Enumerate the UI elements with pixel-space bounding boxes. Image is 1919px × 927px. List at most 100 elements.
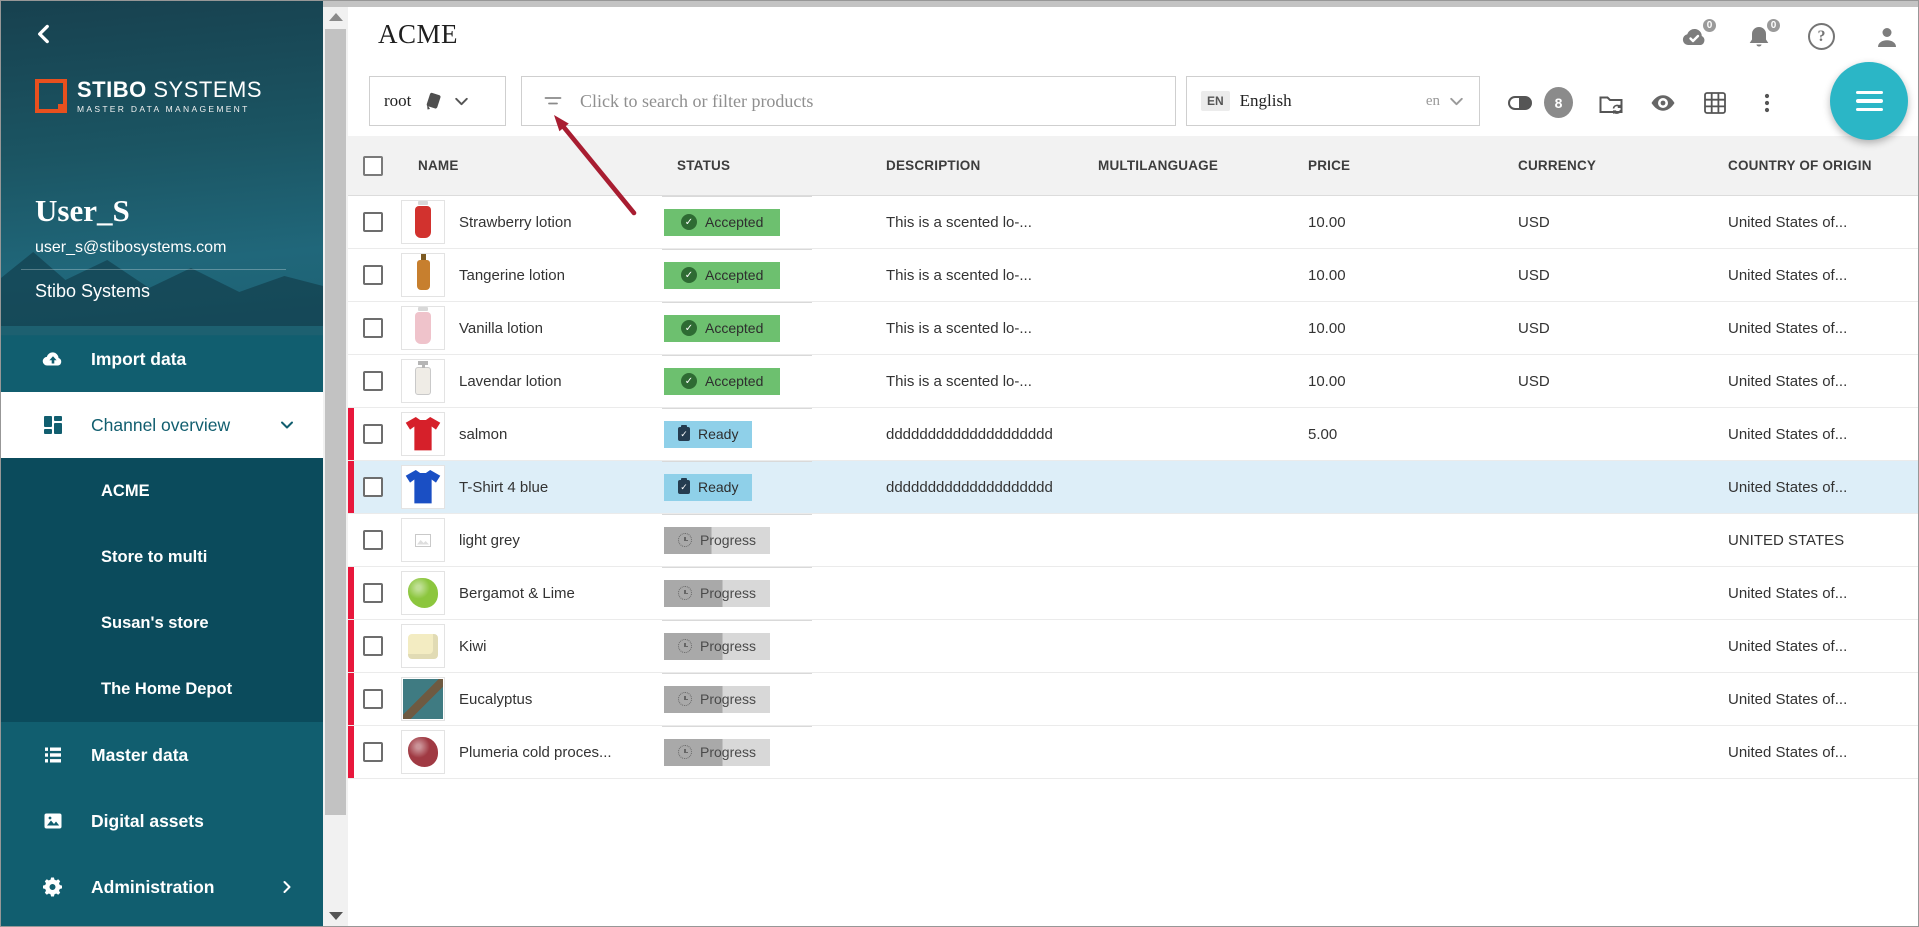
sidebar-item-label: Channel overview <box>91 415 230 436</box>
preview-eye-icon[interactable] <box>1649 89 1677 117</box>
product-name: Lavendar lotion <box>459 373 562 390</box>
status-icon <box>681 214 697 230</box>
product-thumbnail <box>401 200 445 244</box>
sidebar-item-acme[interactable]: ACME <box>1 458 323 524</box>
help-icon[interactable]: ? <box>1808 23 1838 53</box>
table-row[interactable]: light grey Progress UNITED STATES <box>348 514 1919 567</box>
sidebar-item-master-data[interactable]: Master data <box>1 722 323 788</box>
table-row[interactable]: T-Shirt 4 blue Ready ddddddddddddddddddd… <box>348 461 1919 514</box>
page-scrollbar <box>323 1 348 927</box>
scroll-up-arrow[interactable] <box>329 13 343 21</box>
sidebar-item-administration[interactable]: Administration <box>1 854 323 920</box>
sidebar-item-channel-overview[interactable]: Channel overview <box>1 392 323 458</box>
column-header-currency[interactable]: CURRENCY <box>1518 158 1728 173</box>
selection-count-badge[interactable]: 8 <box>1544 87 1573 118</box>
column-header-description[interactable]: DESCRIPTION <box>886 158 1098 173</box>
product-image <box>405 417 441 451</box>
sidebar-item-label: Import data <box>91 349 186 370</box>
description-cell: dddddddddddddddddddd <box>886 426 1098 443</box>
product-thumbnail <box>401 412 445 456</box>
column-header-country-of-origin[interactable]: COUNTRY OF ORIGIN <box>1728 158 1919 173</box>
filter-icon <box>542 90 564 112</box>
table-row[interactable]: Lavendar lotion Accepted This is a scent… <box>348 355 1919 408</box>
column-header-multilanguage[interactable]: MULTILANGUAGE <box>1098 158 1308 173</box>
row-checkbox[interactable] <box>363 318 383 338</box>
row-checkbox[interactable] <box>363 424 383 444</box>
row-checkbox[interactable] <box>363 583 383 603</box>
language-selector[interactable]: EN English en <box>1186 76 1480 126</box>
application-window: STIBO SYSTEMS MASTER DATA MANAGEMENT Use… <box>0 0 1919 927</box>
search-placeholder: Click to search or filter products <box>580 91 813 112</box>
table-row[interactable]: Bergamot & Lime Progress United States o… <box>348 567 1919 620</box>
scroll-down-arrow[interactable] <box>329 912 343 920</box>
row-checkbox[interactable] <box>363 477 383 497</box>
country-cell: United States of... <box>1728 373 1919 390</box>
row-checkbox[interactable] <box>363 636 383 656</box>
column-header-status[interactable]: STATUS <box>662 158 886 173</box>
status-icon <box>678 480 690 494</box>
search-input[interactable]: Click to search or filter products <box>521 76 1176 126</box>
sidebar-collapse-button[interactable] <box>31 21 57 47</box>
menu-fab-button[interactable] <box>1830 62 1908 140</box>
logo-orange-square-icon <box>35 79 67 113</box>
table-row[interactable]: Strawberry lotion Accepted This is a sce… <box>348 196 1919 249</box>
stibo-systems-logo: STIBO SYSTEMS MASTER DATA MANAGEMENT <box>35 79 262 114</box>
product-name: Plumeria cold proces... <box>459 744 612 761</box>
sidebar-item-susans-store[interactable]: Susan's store <box>1 590 323 656</box>
notifications-bell-icon[interactable]: 0 <box>1744 23 1774 53</box>
compare-toggle-icon[interactable] <box>1506 89 1534 117</box>
status-label: Accepted <box>705 373 763 389</box>
sidebar-item-label: The Home Depot <box>101 680 232 699</box>
dashboard-icon <box>41 413 65 437</box>
sidebar-item-import-data[interactable]: Import data <box>1 326 323 392</box>
sidebar-item-label: ACME <box>101 482 150 501</box>
description-cell: This is a scented lo-... <box>886 320 1098 337</box>
sidebar: STIBO SYSTEMS MASTER DATA MANAGEMENT Use… <box>1 1 323 927</box>
row-checkbox[interactable] <box>363 265 383 285</box>
row-checkbox[interactable] <box>363 212 383 232</box>
status-badge: Accepted <box>664 209 780 236</box>
table-body: Strawberry lotion Accepted This is a sce… <box>348 196 1919 779</box>
row-checkbox[interactable] <box>363 689 383 709</box>
table-row[interactable]: Eucalyptus Progress United States of... <box>348 673 1919 726</box>
select-all-checkbox[interactable] <box>363 156 383 176</box>
sidebar-item-store-to-multi[interactable]: Store to multi <box>1 524 323 590</box>
status-badge: Progress <box>664 686 770 713</box>
scrollbar-thumb[interactable] <box>325 29 346 815</box>
grid-view-icon[interactable] <box>1701 89 1729 117</box>
table-row[interactable]: Kiwi Progress United States of... <box>348 620 1919 673</box>
product-image <box>415 534 431 547</box>
context-selector[interactable]: root <box>369 76 506 126</box>
status-icon <box>678 692 692 706</box>
status-badge: Accepted <box>664 262 780 289</box>
sidebar-item-the-home-depot[interactable]: The Home Depot <box>1 656 323 722</box>
status-badge: Ready <box>664 474 752 501</box>
sidebar-item-digital-assets[interactable]: Digital assets <box>1 788 323 854</box>
table-row[interactable]: Tangerine lotion Accepted This is a scen… <box>348 249 1919 302</box>
status-badge: Progress <box>664 739 770 766</box>
toolbar-icons: 8 <box>1506 87 1781 118</box>
product-name: Eucalyptus <box>459 691 532 708</box>
row-checkbox[interactable] <box>363 371 383 391</box>
help-glyph: ? <box>1818 28 1826 46</box>
product-image <box>408 634 438 659</box>
more-options-icon[interactable] <box>1753 89 1781 117</box>
table-row[interactable]: Plumeria cold proces... Progress United … <box>348 726 1919 779</box>
country-cell: United States of... <box>1728 638 1919 655</box>
product-thumbnail <box>401 730 445 774</box>
row-checkbox[interactable] <box>363 530 383 550</box>
sync-cloud-icon[interactable]: 0 <box>1680 23 1710 53</box>
country-cell: United States of... <box>1728 426 1919 443</box>
product-image <box>415 206 431 238</box>
chevron-down-icon <box>279 417 295 433</box>
country-cell: United States of... <box>1728 691 1919 708</box>
column-header-name[interactable]: NAME <box>398 158 662 173</box>
table-row[interactable]: Vanilla lotion Accepted This is a scente… <box>348 302 1919 355</box>
sidebar-item-label: Master data <box>91 745 188 766</box>
price-cell: 10.00 <box>1308 373 1518 390</box>
folder-sync-icon[interactable] <box>1597 89 1625 117</box>
column-header-price[interactable]: PRICE <box>1308 158 1518 173</box>
row-checkbox[interactable] <box>363 742 383 762</box>
table-row[interactable]: salmon Ready dddddddddddddddddddd 5.00 U… <box>348 408 1919 461</box>
profile-icon[interactable] <box>1872 23 1902 53</box>
